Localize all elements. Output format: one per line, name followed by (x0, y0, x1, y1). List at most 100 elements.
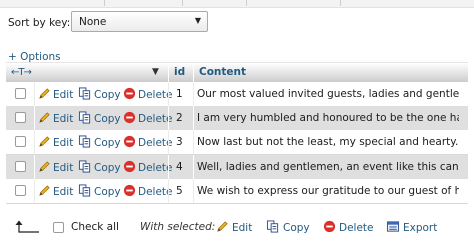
delete-icon (123, 112, 136, 124)
cell-divider (193, 178, 194, 203)
delete-icon (323, 220, 336, 233)
table-row[interactable]: Edit Copy Delete 2 I am very humbled and hon… (6, 106, 468, 132)
row-checkbox[interactable] (15, 184, 26, 196)
cell-divider (168, 178, 169, 203)
row-id: 5 (176, 184, 183, 197)
copy-icon (78, 111, 91, 124)
pencil-icon (217, 221, 228, 232)
row-content: Now last but not the least, my special a… (197, 136, 459, 149)
bulk-delete-button[interactable]: Delete (323, 220, 374, 235)
cell-divider (193, 82, 194, 106)
delete-icon (123, 136, 136, 148)
row-delete-link[interactable]: Delete (123, 160, 173, 175)
row-delete-link[interactable]: Delete (123, 111, 173, 126)
column-arrows-icon[interactable]: ←T→ (11, 66, 32, 79)
bulk-delete-label: Delete (339, 222, 374, 234)
copy-icon (78, 184, 91, 197)
row-delete-link[interactable]: Delete (123, 87, 173, 102)
row-copy-label: Copy (94, 113, 121, 126)
table-row[interactable]: Edit Copy Delete 5 We wish to express our gr… (6, 178, 468, 204)
row-edit-label: Edit (53, 161, 74, 174)
row-delete-link[interactable]: Delete (123, 135, 173, 150)
strip-divider (340, 0, 341, 6)
row-edit-link[interactable]: Edit (38, 87, 73, 102)
column-header-id[interactable]: id (174, 66, 185, 79)
bulk-export-button[interactable]: Export (386, 220, 437, 235)
dropdown-triangle-icon[interactable]: ▼ (152, 66, 159, 79)
row-edit-link[interactable]: Edit (38, 160, 73, 175)
bulk-edit-button[interactable]: Edit (216, 220, 252, 235)
row-copy-link[interactable]: Copy (78, 160, 121, 175)
strip-divider (182, 0, 183, 6)
copy-icon (78, 87, 91, 100)
cell-divider (34, 130, 35, 155)
row-content: I am very humbled and honoured to be the… (197, 112, 459, 125)
row-copy-label: Copy (94, 89, 121, 101)
bulk-export-label: Export (403, 222, 438, 234)
row-edit-link[interactable]: Edit (38, 184, 73, 199)
table-header: ←T→ ▼ id Content (6, 62, 468, 83)
sort-selected-value: None (79, 16, 107, 28)
pencil-icon (39, 88, 50, 99)
copy-icon (78, 160, 91, 173)
row-delete-link[interactable]: Delete (123, 184, 173, 199)
cell-divider (168, 106, 169, 131)
pencil-icon (39, 160, 50, 172)
cell-divider (34, 106, 35, 131)
row-id: 2 (176, 112, 183, 125)
row-checkbox[interactable] (15, 160, 26, 172)
header-divider (193, 63, 194, 82)
pencil-icon (39, 185, 50, 196)
row-edit-link[interactable]: Edit (38, 111, 73, 126)
row-copy-label: Copy (94, 161, 121, 174)
pencil-icon (39, 112, 50, 123)
chevron-down-icon: ▼ (194, 16, 201, 25)
check-all-label[interactable]: Check all (71, 220, 119, 234)
row-copy-link[interactable]: Copy (78, 135, 121, 150)
bulk-copy-button[interactable]: Copy (266, 220, 310, 235)
delete-icon (123, 184, 136, 196)
column-header-content[interactable]: Content (199, 66, 246, 79)
row-content: Well, ladies and gentlemen, an event lik… (197, 160, 459, 173)
copy-icon (266, 220, 279, 233)
row-copy-label: Copy (94, 137, 121, 150)
row-checkbox[interactable] (15, 136, 26, 148)
table-row[interactable]: Edit Copy Delete 3 Now last but not the leas… (6, 130, 468, 156)
sort-by-key-select[interactable]: None ▼ (71, 11, 208, 32)
row-copy-link[interactable]: Copy (78, 184, 121, 199)
bulk-copy-label: Copy (283, 222, 310, 234)
with-selected-label: With selected: (140, 221, 216, 233)
row-id: 4 (176, 160, 183, 173)
delete-icon (123, 160, 136, 172)
row-checkbox[interactable] (15, 88, 26, 99)
cell-divider (193, 130, 194, 155)
pencil-icon (39, 136, 50, 148)
row-edit-label: Edit (53, 137, 74, 150)
row-content: We wish to express our gratitude to our … (197, 184, 459, 197)
row-checkbox[interactable] (15, 112, 26, 124)
bulk-edit-label: Edit (232, 222, 253, 234)
results-table: ←T→ ▼ id Content Edit Copy Delete 1 Our most… (6, 62, 468, 204)
cell-divider (34, 82, 35, 106)
table-row[interactable]: Edit Copy Delete 1 Our most valued invited g… (6, 82, 468, 107)
row-copy-link[interactable]: Copy (78, 87, 121, 102)
row-edit-label: Edit (53, 113, 74, 126)
cell-divider (168, 130, 169, 155)
table-row[interactable]: Edit Copy Delete 4 Well, ladies and gentleme… (6, 154, 468, 180)
header-divider (168, 63, 169, 82)
row-id: 3 (176, 136, 183, 149)
cell-divider (193, 154, 194, 179)
row-id: 1 (176, 88, 183, 100)
sort-by-key-label: Sort by key: (8, 17, 71, 29)
row-edit-label: Edit (53, 185, 74, 198)
row-copy-link[interactable]: Copy (78, 111, 121, 126)
cell-divider (193, 106, 194, 131)
check-all-checkbox[interactable] (53, 222, 64, 233)
cell-divider (34, 154, 35, 179)
cell-divider (168, 82, 169, 106)
row-edit-link[interactable]: Edit (38, 135, 73, 150)
strip-divider (246, 0, 247, 6)
strip-divider (104, 0, 105, 6)
cell-divider (34, 178, 35, 203)
row-content: Our most valued invited guests, ladies a… (197, 88, 459, 100)
